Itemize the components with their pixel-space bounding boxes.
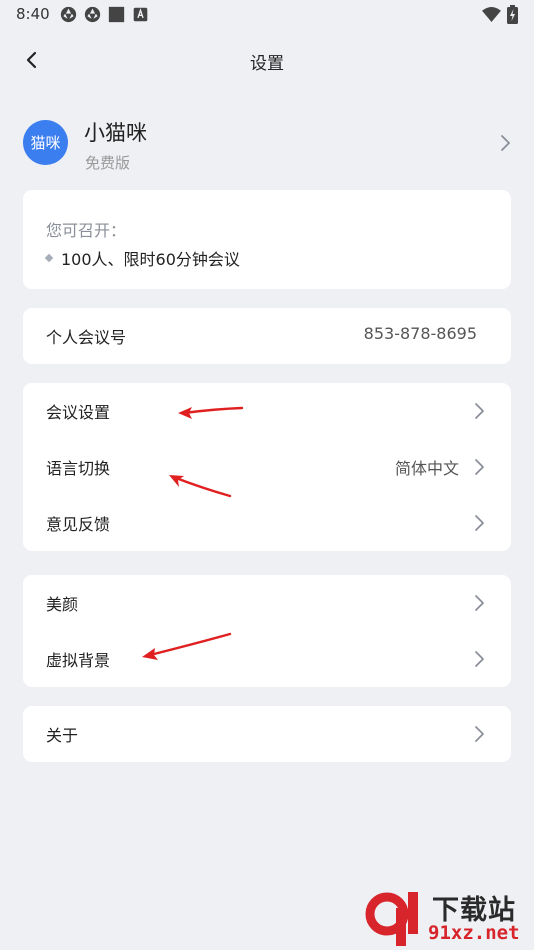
profile-plan: 免费版: [85, 154, 131, 172]
beauty-label: 美颜: [46, 595, 79, 614]
meeting-id-card: 个人会议号 853-878-8695: [23, 308, 511, 364]
aperture-icon: [84, 6, 101, 23]
virtual-background-row[interactable]: 虚拟背景: [23, 631, 511, 687]
chevron-right-icon: [501, 135, 510, 151]
aperture-icon: [60, 6, 77, 23]
meeting-id-row[interactable]: 个人会议号 853-878-8695: [23, 308, 511, 364]
chevron-right-icon: [475, 726, 484, 742]
settings-group-3: 关于: [23, 706, 511, 762]
header: 设置: [0, 38, 534, 82]
battery-charging-icon: [507, 5, 518, 24]
square-icon: [108, 6, 125, 23]
app-badge-icon: [133, 7, 148, 22]
watermark: 下载站 91xz.net: [362, 884, 534, 950]
settings-group-2: 美颜 虚拟背景: [23, 575, 511, 687]
avatar: 猫咪: [23, 120, 68, 165]
page-title: 设置: [250, 54, 284, 74]
profile-name: 小猫咪: [84, 121, 147, 145]
language-value: 简体中文: [394, 459, 459, 478]
language-switch-label: 语言切换: [46, 459, 111, 478]
language-switch-row[interactable]: 语言切换 简体中文: [23, 439, 511, 495]
profile-row[interactable]: 猫咪 小猫咪 免费版: [0, 108, 534, 180]
virtual-background-label: 虚拟背景: [46, 651, 111, 670]
chevron-right-icon: [475, 515, 484, 531]
chevron-right-icon: [475, 595, 484, 611]
about-label: 关于: [46, 726, 79, 745]
quota-label: 您可召开：: [46, 221, 127, 240]
meeting-settings-row[interactable]: 会议设置: [23, 383, 511, 439]
quota-item: 100人、限时60分钟会议: [44, 246, 240, 270]
bullet-icon: [44, 253, 54, 263]
quota-item-text: 100人、限时60分钟会议: [61, 250, 240, 269]
about-row[interactable]: 关于: [23, 706, 511, 762]
settings-group-1: 会议设置 语言切换 简体中文 意见反馈: [23, 383, 511, 551]
annotation-arrow-icon: [142, 632, 232, 660]
status-left-icons: [60, 6, 149, 23]
chevron-right-icon: [475, 459, 484, 475]
annotation-arrow-icon: [169, 475, 232, 498]
meeting-id-label: 个人会议号: [46, 328, 127, 347]
meeting-settings-label: 会议设置: [46, 403, 111, 422]
meeting-id-value: 853-878-8695: [363, 324, 477, 343]
feedback-label: 意见反馈: [46, 515, 111, 534]
watermark-url: 91xz.net: [428, 922, 520, 944]
chevron-right-icon: [475, 651, 484, 667]
wifi-icon: [482, 6, 501, 23]
status-bar: 8:40: [0, 0, 534, 30]
feedback-row[interactable]: 意见反馈: [23, 495, 511, 551]
status-time: 8:40: [16, 5, 50, 23]
beauty-row[interactable]: 美颜: [23, 575, 511, 631]
annotation-arrow-icon: [178, 406, 244, 419]
logo-icon: [365, 892, 418, 946]
quota-card: 您可召开： 100人、限时60分钟会议: [23, 190, 511, 289]
status-right-icons: [482, 5, 518, 24]
chevron-right-icon: [475, 403, 484, 419]
